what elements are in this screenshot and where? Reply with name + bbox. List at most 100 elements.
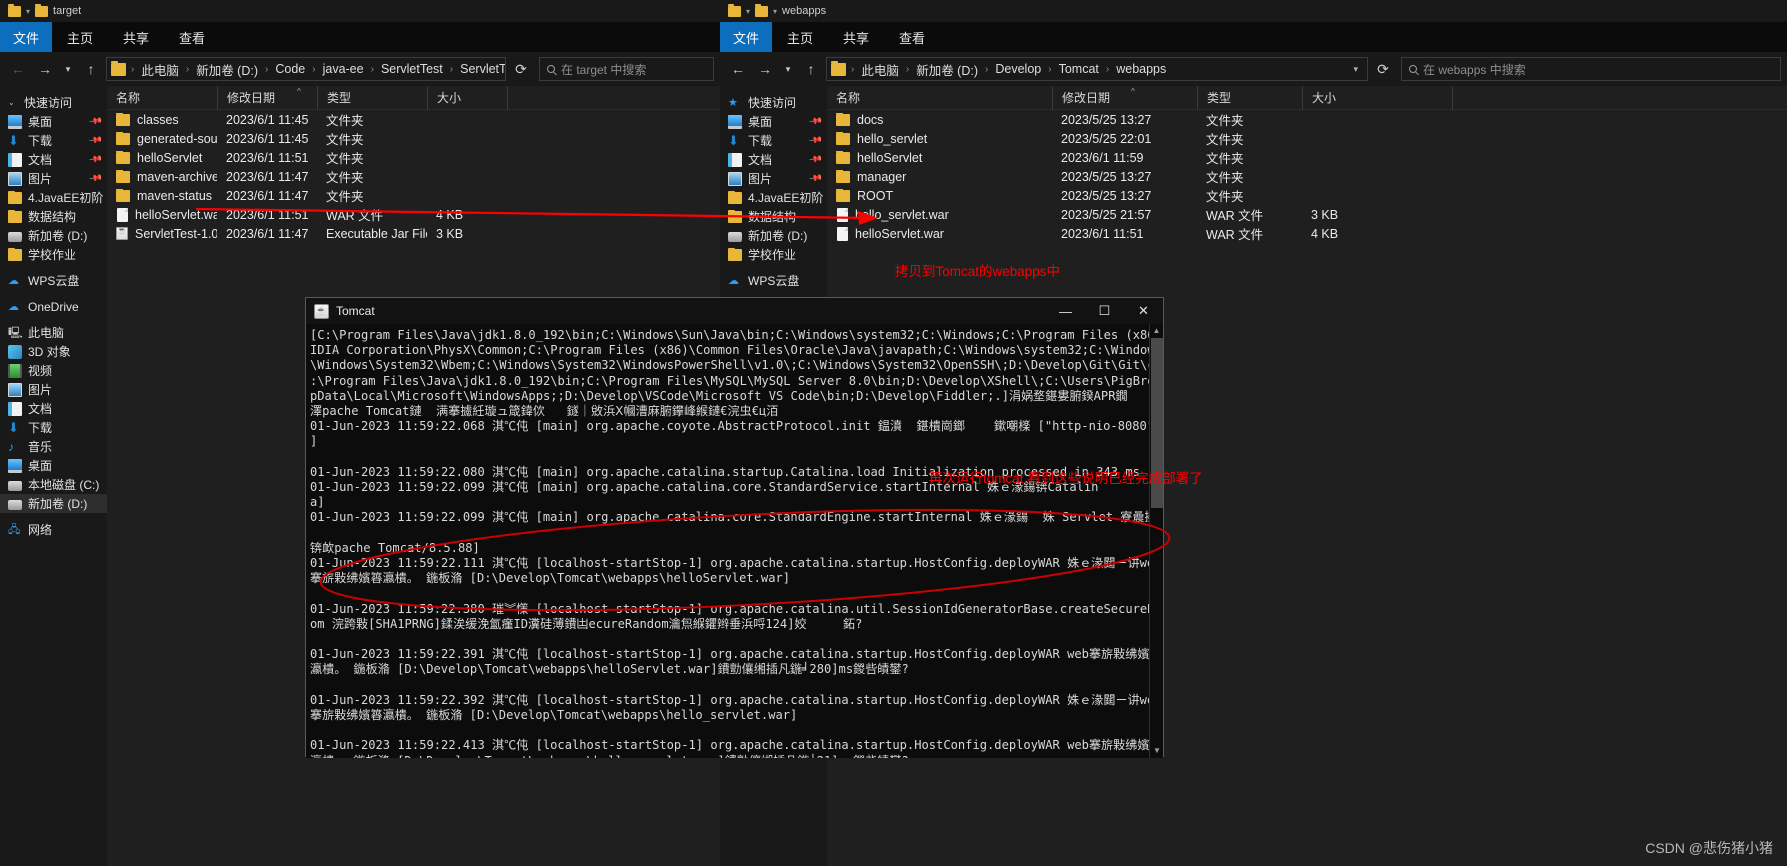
sidebar-item-桌面[interactable]: 桌面 📌 <box>720 112 827 131</box>
table-row[interactable]: docs 2023/5/25 13:27 文件夹 <box>827 110 1787 129</box>
ribbon-tab-home[interactable]: 主页 <box>772 22 828 52</box>
pin-icon[interactable]: 📌 <box>808 114 823 129</box>
sidebar-item-新加卷d[interactable]: 新加卷 (D:) <box>0 226 107 245</box>
sidebar-item-音乐[interactable]: ♪ 音乐 <box>0 437 107 456</box>
column-header-name[interactable]: 名称 <box>827 86 1052 110</box>
pin-icon[interactable]: 📌 <box>808 152 823 167</box>
column-header-type[interactable]: 类型 <box>317 86 427 110</box>
sidebar-item-wps云盘[interactable]: ☁ WPS云盘 <box>0 271 107 290</box>
minimize-button[interactable]: — <box>1046 298 1085 324</box>
ribbon-file-tab[interactable]: 文件 <box>720 22 773 52</box>
breadcrumb-item[interactable]: webapps <box>1112 61 1170 77</box>
up-button[interactable]: ↑ <box>79 57 103 81</box>
ribbon-tab-view[interactable]: 查看 <box>884 22 940 52</box>
breadcrumb-item[interactable]: Develop <box>991 61 1045 77</box>
column-header-type[interactable]: 类型 <box>1197 86 1302 110</box>
ribbon-tab-home[interactable]: 主页 <box>52 22 108 52</box>
table-row[interactable]: maven-status 2023/6/1 11:47 文件夹 <box>107 186 720 205</box>
ribbon-tab-view[interactable]: 查看 <box>164 22 220 52</box>
sidebar-item-文档[interactable]: 文档 📌 <box>0 150 107 169</box>
sidebar-item-学校作业[interactable]: 学校作业 <box>0 245 107 264</box>
forward-button[interactable]: → <box>753 57 777 81</box>
sidebar-item-数据结构[interactable]: 数据结构 <box>720 207 827 226</box>
breadcrumb-item[interactable]: java-ee <box>319 61 368 77</box>
table-row[interactable]: helloServlet.war 2023/6/1 11:51 WAR 文件 4 KB <box>827 224 1787 243</box>
refresh-button[interactable]: ⟳ <box>509 57 533 81</box>
pin-icon[interactable]: 📌 <box>808 171 823 186</box>
refresh-button[interactable]: ⟳ <box>1371 57 1395 81</box>
chevron-down-icon[interactable]: ▾ <box>1348 64 1363 75</box>
breadcrumb-item[interactable]: Tomcat <box>1055 61 1103 77</box>
scroll-up-arrow-icon[interactable]: ▲ <box>1150 324 1163 338</box>
back-button[interactable]: ← <box>6 57 30 81</box>
maximize-button[interactable]: ☐ <box>1085 298 1124 324</box>
sidebar-item-快速访问[interactable]: ⌄ 快速访问 <box>0 93 107 112</box>
sidebar-item-网络[interactable]: 🖧 网络 <box>0 520 107 539</box>
table-row[interactable]: ROOT 2023/5/25 13:27 文件夹 <box>827 186 1787 205</box>
sidebar-item-图片[interactable]: 图片 📌 <box>720 169 827 188</box>
sidebar-item-学校作业[interactable]: 学校作业 <box>720 245 827 264</box>
scroll-down-arrow-icon[interactable]: ▼ <box>1150 744 1164 758</box>
table-row[interactable]: maven-archiver 2023/6/1 11:47 文件夹 <box>107 167 720 186</box>
sidebar-item-图片[interactable]: 图片 <box>0 380 107 399</box>
table-row[interactable]: manager 2023/5/25 13:27 文件夹 <box>827 167 1787 186</box>
breadcrumb-item[interactable]: 新加卷 (D:) <box>192 59 262 80</box>
search-box[interactable]: 在 webapps 中搜索 <box>1401 57 1781 81</box>
back-button[interactable]: ← <box>726 57 750 81</box>
sidebar-item-数据结构[interactable]: 数据结构 <box>0 207 107 226</box>
ribbon-tab-share[interactable]: 共享 <box>108 22 164 52</box>
breadcrumb-item[interactable]: ServletTest <box>456 61 505 77</box>
sidebar-item-快速访问[interactable]: ★ 快速访问 <box>720 93 827 112</box>
column-header-name[interactable]: 名称 <box>107 86 217 110</box>
sidebar-item-下载[interactable]: ⬇ 下载 📌 <box>0 131 107 150</box>
sidebar-item-wps云盘[interactable]: ☁ WPS云盘 <box>720 271 827 290</box>
table-row[interactable]: hello_servlet 2023/5/25 22:01 文件夹 <box>827 129 1787 148</box>
close-button[interactable]: ✕ <box>1124 298 1163 324</box>
sidebar-item-新加卷d[interactable]: 新加卷 (D:) <box>720 226 827 245</box>
address-bar[interactable]: › 此电脑 › 新加卷 (D:) › Develop › Tomcat › we… <box>826 57 1368 81</box>
sidebar-item-图片[interactable]: 图片 📌 <box>0 169 107 188</box>
sidebar-item-桌面[interactable]: 桌面 <box>0 456 107 475</box>
recent-locations-button[interactable]: ▾ <box>60 57 76 81</box>
breadcrumb-item[interactable]: Code <box>271 61 309 77</box>
window1-titlebar[interactable]: ▾ target <box>0 0 720 22</box>
pin-icon[interactable]: 📌 <box>88 114 103 129</box>
table-row[interactable]: ServletTest-1.0-SNAPSHOT.jar 2023/6/1 11:… <box>107 224 720 243</box>
sidebar-item-文档[interactable]: 文档 📌 <box>720 150 827 169</box>
table-row[interactable]: helloServlet 2023/6/1 11:51 文件夹 <box>107 148 720 167</box>
search-box[interactable]: 在 target 中搜索 <box>539 57 714 81</box>
sidebar-item-下载[interactable]: ⬇ 下载 <box>0 418 107 437</box>
column-header-size[interactable]: 大小 <box>1302 86 1452 110</box>
sidebar-item-桌面[interactable]: 桌面 📌 <box>0 112 107 131</box>
pin-icon[interactable]: 📌 <box>88 152 103 167</box>
column-header-date[interactable]: 修改日期 <box>1052 86 1197 110</box>
sidebar-item-3d对象[interactable]: 3D 对象 <box>0 342 107 361</box>
address-bar[interactable]: › 此电脑 › 新加卷 (D:) › Code › java-ee › Serv… <box>106 57 506 81</box>
up-button[interactable]: ↑ <box>799 57 823 81</box>
tomcat-console-output[interactable]: [C:\Program Files\Java\jdk1.8.0_192\bin;… <box>306 324 1163 758</box>
table-row[interactable]: helloServlet.war 2023/6/1 11:51 WAR 文件 4 KB <box>107 205 720 224</box>
sidebar-item-onedrive[interactable]: ☁ OneDrive <box>0 297 107 316</box>
recent-locations-button[interactable]: ▾ <box>780 57 796 81</box>
breadcrumb-item[interactable]: ServletTest <box>377 61 447 77</box>
breadcrumb-item[interactable]: 此电脑 <box>137 59 183 80</box>
column-header-size[interactable]: 大小 <box>427 86 507 110</box>
column-header-date[interactable]: 修改日期 <box>217 86 317 110</box>
breadcrumb-item[interactable]: 新加卷 (D:) <box>912 59 982 80</box>
sidebar-item-视频[interactable]: 视频 <box>0 361 107 380</box>
sidebar-item-此电脑[interactable]: 🖳 此电脑 <box>0 323 107 342</box>
table-row[interactable]: helloServlet 2023/6/1 11:59 文件夹 <box>827 148 1787 167</box>
table-row[interactable]: generated-sources 2023/6/1 11:45 文件夹 <box>107 129 720 148</box>
tomcat-scrollbar[interactable]: ▲ ▼ <box>1149 324 1163 758</box>
sidebar-item-下载[interactable]: ⬇ 下载 📌 <box>720 131 827 150</box>
tomcat-titlebar[interactable]: ☕ Tomcat — ☐ ✕ <box>306 298 1163 324</box>
table-row[interactable]: classes 2023/6/1 11:45 文件夹 <box>107 110 720 129</box>
pin-icon[interactable]: 📌 <box>808 133 823 148</box>
breadcrumb-item[interactable]: 此电脑 <box>857 59 903 80</box>
sidebar-item-新加卷d[interactable]: 新加卷 (D:) <box>0 494 107 513</box>
sidebar-item-文档[interactable]: 文档 <box>0 399 107 418</box>
window2-titlebar[interactable]: ▾ ▾ webapps <box>720 0 1787 22</box>
sidebar-item-本地磁盘c[interactable]: 本地磁盘 (C:) <box>0 475 107 494</box>
sidebar-item-4.javaee初阶[interactable]: 4.JavaEE初阶 <box>0 188 107 207</box>
table-row[interactable]: hello_servlet.war 2023/5/25 21:57 WAR 文件 3 … <box>827 205 1787 224</box>
